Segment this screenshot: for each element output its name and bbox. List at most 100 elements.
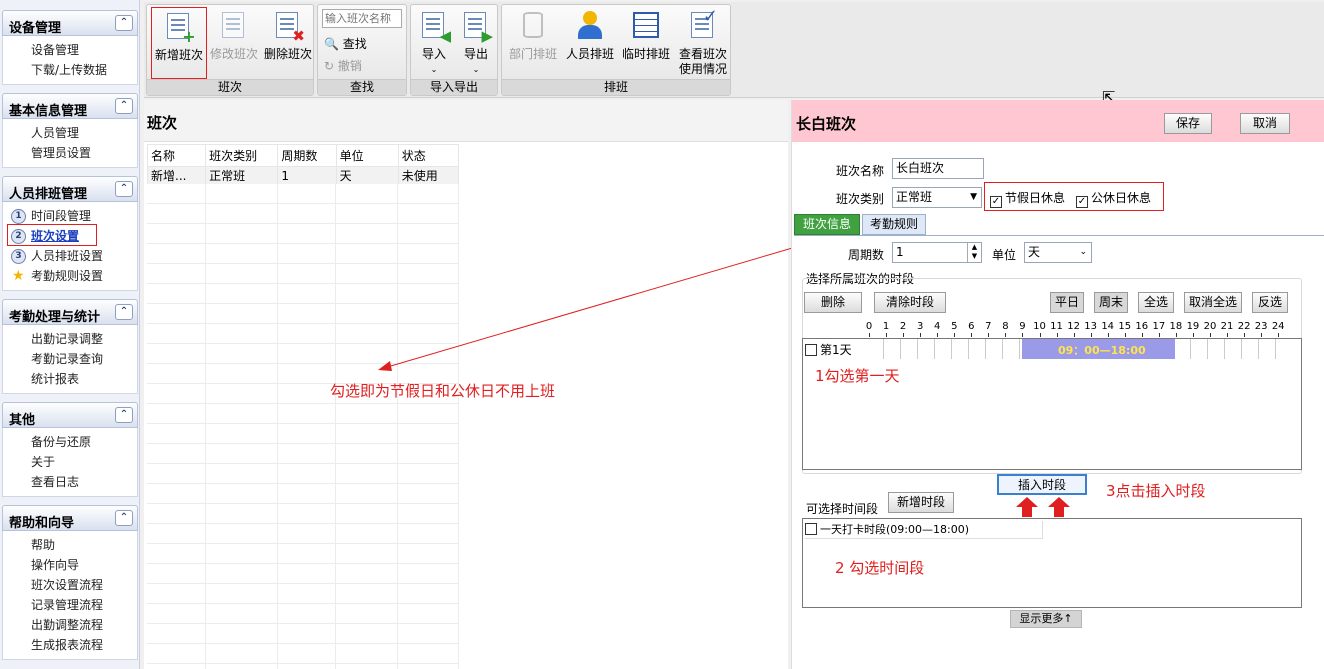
column-header[interactable]: 周期数	[277, 144, 337, 167]
spin-arrows-icon[interactable]: ▲ ▼	[967, 243, 981, 262]
list-item-label: 一天打卡时段(09:00—18:00)	[820, 523, 969, 536]
sidebar-item-log[interactable]: 查看日志	[3, 472, 137, 492]
list-item[interactable]: 一天打卡时段(09:00—18:00)	[805, 521, 1043, 539]
search-input[interactable]	[322, 9, 402, 28]
column-header[interactable]: 单位	[335, 144, 399, 167]
hour-cell[interactable]	[969, 339, 987, 359]
hour-cell[interactable]	[935, 339, 953, 359]
hour-cell[interactable]	[1259, 339, 1277, 359]
delete-button[interactable]: 删除	[804, 292, 862, 313]
deselect-all-button[interactable]: 取消全选	[1184, 292, 1242, 313]
sidebar-item-admin[interactable]: 管理员设置	[3, 143, 137, 163]
import-button[interactable]: ◀ 导入 ⌄	[413, 9, 455, 77]
collapse-icon[interactable]: ⌃	[115, 15, 133, 31]
hour-cell[interactable]	[918, 339, 936, 359]
column-header[interactable]: 状态	[397, 144, 460, 167]
view-usage-button[interactable]: ✓ 查看班次 使用情况	[674, 8, 732, 77]
sidebar-item-adjust-flow[interactable]: 出勤调整流程	[3, 615, 137, 635]
sidebar-item-device-manage[interactable]: 设备管理	[3, 40, 137, 60]
hour-tick-label: 14	[1101, 321, 1115, 332]
sidebar-item-record-query[interactable]: 考勤记录查询	[3, 349, 137, 369]
sidebar-item-person-schedule[interactable]: 3 人员排班设置	[3, 246, 137, 266]
hour-cell[interactable]	[884, 339, 902, 359]
detail-header: 长白班次 保存 取消	[792, 100, 1324, 142]
unit-select[interactable]: 天 ⌄	[1024, 242, 1092, 263]
hour-cell[interactable]	[1242, 339, 1260, 359]
collapse-icon[interactable]: ⌃	[115, 98, 133, 114]
sidebar-item-person[interactable]: 人员管理	[3, 123, 137, 143]
nav-group-header[interactable]: 设备管理 ⌃	[2, 10, 138, 36]
weekday-button[interactable]: 平日	[1050, 292, 1084, 313]
column-header[interactable]: 班次类别	[205, 144, 279, 167]
button-label: 修改班次	[209, 47, 258, 61]
dept-schedule-button[interactable]: 部门排班	[504, 9, 562, 62]
day-1-checkbox[interactable]: 第1天	[805, 341, 852, 358]
weekend-button[interactable]: 周末	[1094, 292, 1128, 313]
nav-group-header[interactable]: 基本信息管理 ⌃	[2, 93, 138, 119]
shift-type-select[interactable]: 正常班 ▼	[892, 187, 982, 208]
undo-button[interactable]: ↻ 撤销	[324, 57, 362, 74]
sidebar-item-record-adjust[interactable]: 出勤记录调整	[3, 329, 137, 349]
nav-group-header[interactable]: 考勤处理与统计 ⌃	[2, 299, 138, 325]
show-more-button[interactable]: 显示更多↑	[1010, 610, 1082, 628]
shift-name-field[interactable]: 长白班次	[892, 158, 984, 179]
edit-shift-button[interactable]: 修改班次	[207, 9, 261, 62]
hour-cell[interactable]	[986, 339, 1004, 359]
period-stepper[interactable]: 1 ▲ ▼	[892, 242, 982, 263]
sidebar-item-download-upload[interactable]: 下载/上传数据	[3, 60, 137, 80]
hour-cell[interactable]	[952, 339, 970, 359]
nav-group-header[interactable]: 人员排班管理 ⌃	[2, 176, 138, 202]
insert-period-button[interactable]: 插入时段	[997, 474, 1087, 495]
sidebar-item-help[interactable]: 帮助	[3, 535, 137, 555]
toolbar-group-io: ◀ 导入 ⌄ ▶ 导出 ⌄ 导入导出	[410, 4, 498, 96]
sidebar-item-timeslot[interactable]: 1 时间段管理	[3, 206, 137, 226]
select-all-button[interactable]: 全选	[1138, 292, 1174, 313]
nav-group-header[interactable]: 其他 ⌃	[2, 402, 138, 428]
sidebar-item-backup[interactable]: 备份与还原	[3, 432, 137, 452]
save-button[interactable]: 保存	[1164, 113, 1212, 134]
find-button[interactable]: 🔍 查找	[324, 35, 367, 52]
hour-cell[interactable]	[1191, 339, 1208, 359]
sidebar-item-record-flow[interactable]: 记录管理流程	[3, 595, 137, 615]
delete-shift-button[interactable]: ✖ 删除班次	[261, 9, 315, 62]
hour-cell[interactable]	[867, 339, 885, 359]
hour-cell[interactable]	[1003, 339, 1021, 359]
clear-period-button[interactable]: 清除时段	[874, 292, 946, 313]
weekend-rest-checkbox[interactable]: ✓ 公休日休息	[1076, 189, 1151, 208]
hour-tick-mark	[1022, 333, 1024, 337]
sidebar: 设备管理 ⌃ 设备管理 下载/上传数据 基本信息管理 ⌃ 人员管理 管理员设置 人员…	[0, 0, 140, 669]
add-period-button[interactable]: 新增时段	[888, 492, 954, 513]
new-shift-button[interactable]: + 新增班次	[151, 7, 207, 79]
table-row[interactable]: 新增... 正常班 1 天 未使用	[146, 166, 460, 185]
hour-tick-label: 9	[1019, 321, 1026, 332]
export-button[interactable]: ▶ 导出 ⌄	[455, 9, 497, 77]
hour-cell[interactable]	[901, 339, 919, 359]
shift-table: 名称 班次类别 周期数 单位 状态 新增... 正常班 1 天 未使用	[146, 144, 460, 185]
sidebar-item-wizard[interactable]: 操作向导	[3, 555, 137, 575]
temp-schedule-button[interactable]: 临时排班	[618, 9, 674, 62]
collapse-icon[interactable]: ⌃	[115, 407, 133, 423]
nav-group-header[interactable]: 帮助和向导 ⌃	[2, 505, 138, 531]
button-label: 临时排班	[621, 47, 670, 61]
person-schedule-button[interactable]: 人员排班	[562, 9, 618, 62]
hour-tick-mark	[1192, 333, 1194, 337]
hour-cell[interactable]	[1225, 339, 1243, 359]
sidebar-item-rules[interactable]: ★ 考勤规则设置	[3, 266, 137, 286]
sidebar-item-report[interactable]: 统计报表	[3, 369, 137, 389]
sidebar-item-report-flow[interactable]: 生成报表流程	[3, 635, 137, 655]
holiday-rest-checkbox[interactable]: ✓ 节假日休息	[990, 189, 1065, 208]
hour-cell[interactable]	[1174, 339, 1191, 359]
collapse-icon[interactable]: ⌃	[115, 181, 133, 197]
collapse-icon[interactable]: ⌃	[115, 510, 133, 526]
sidebar-item-shift-flow[interactable]: 班次设置流程	[3, 575, 137, 595]
cancel-button[interactable]: 取消	[1240, 113, 1290, 134]
column-header[interactable]: 名称	[146, 144, 207, 167]
tab-attendance-rule[interactable]: 考勤规则	[862, 214, 926, 235]
step-1-icon: 1	[11, 209, 26, 224]
hour-cell[interactable]	[1208, 339, 1226, 359]
invert-button[interactable]: 反选	[1252, 292, 1288, 313]
hour-tick-mark	[954, 333, 956, 337]
sidebar-item-about[interactable]: 关于	[3, 452, 137, 472]
collapse-icon[interactable]: ⌃	[115, 304, 133, 320]
tab-shift-info[interactable]: 班次信息	[794, 214, 860, 235]
